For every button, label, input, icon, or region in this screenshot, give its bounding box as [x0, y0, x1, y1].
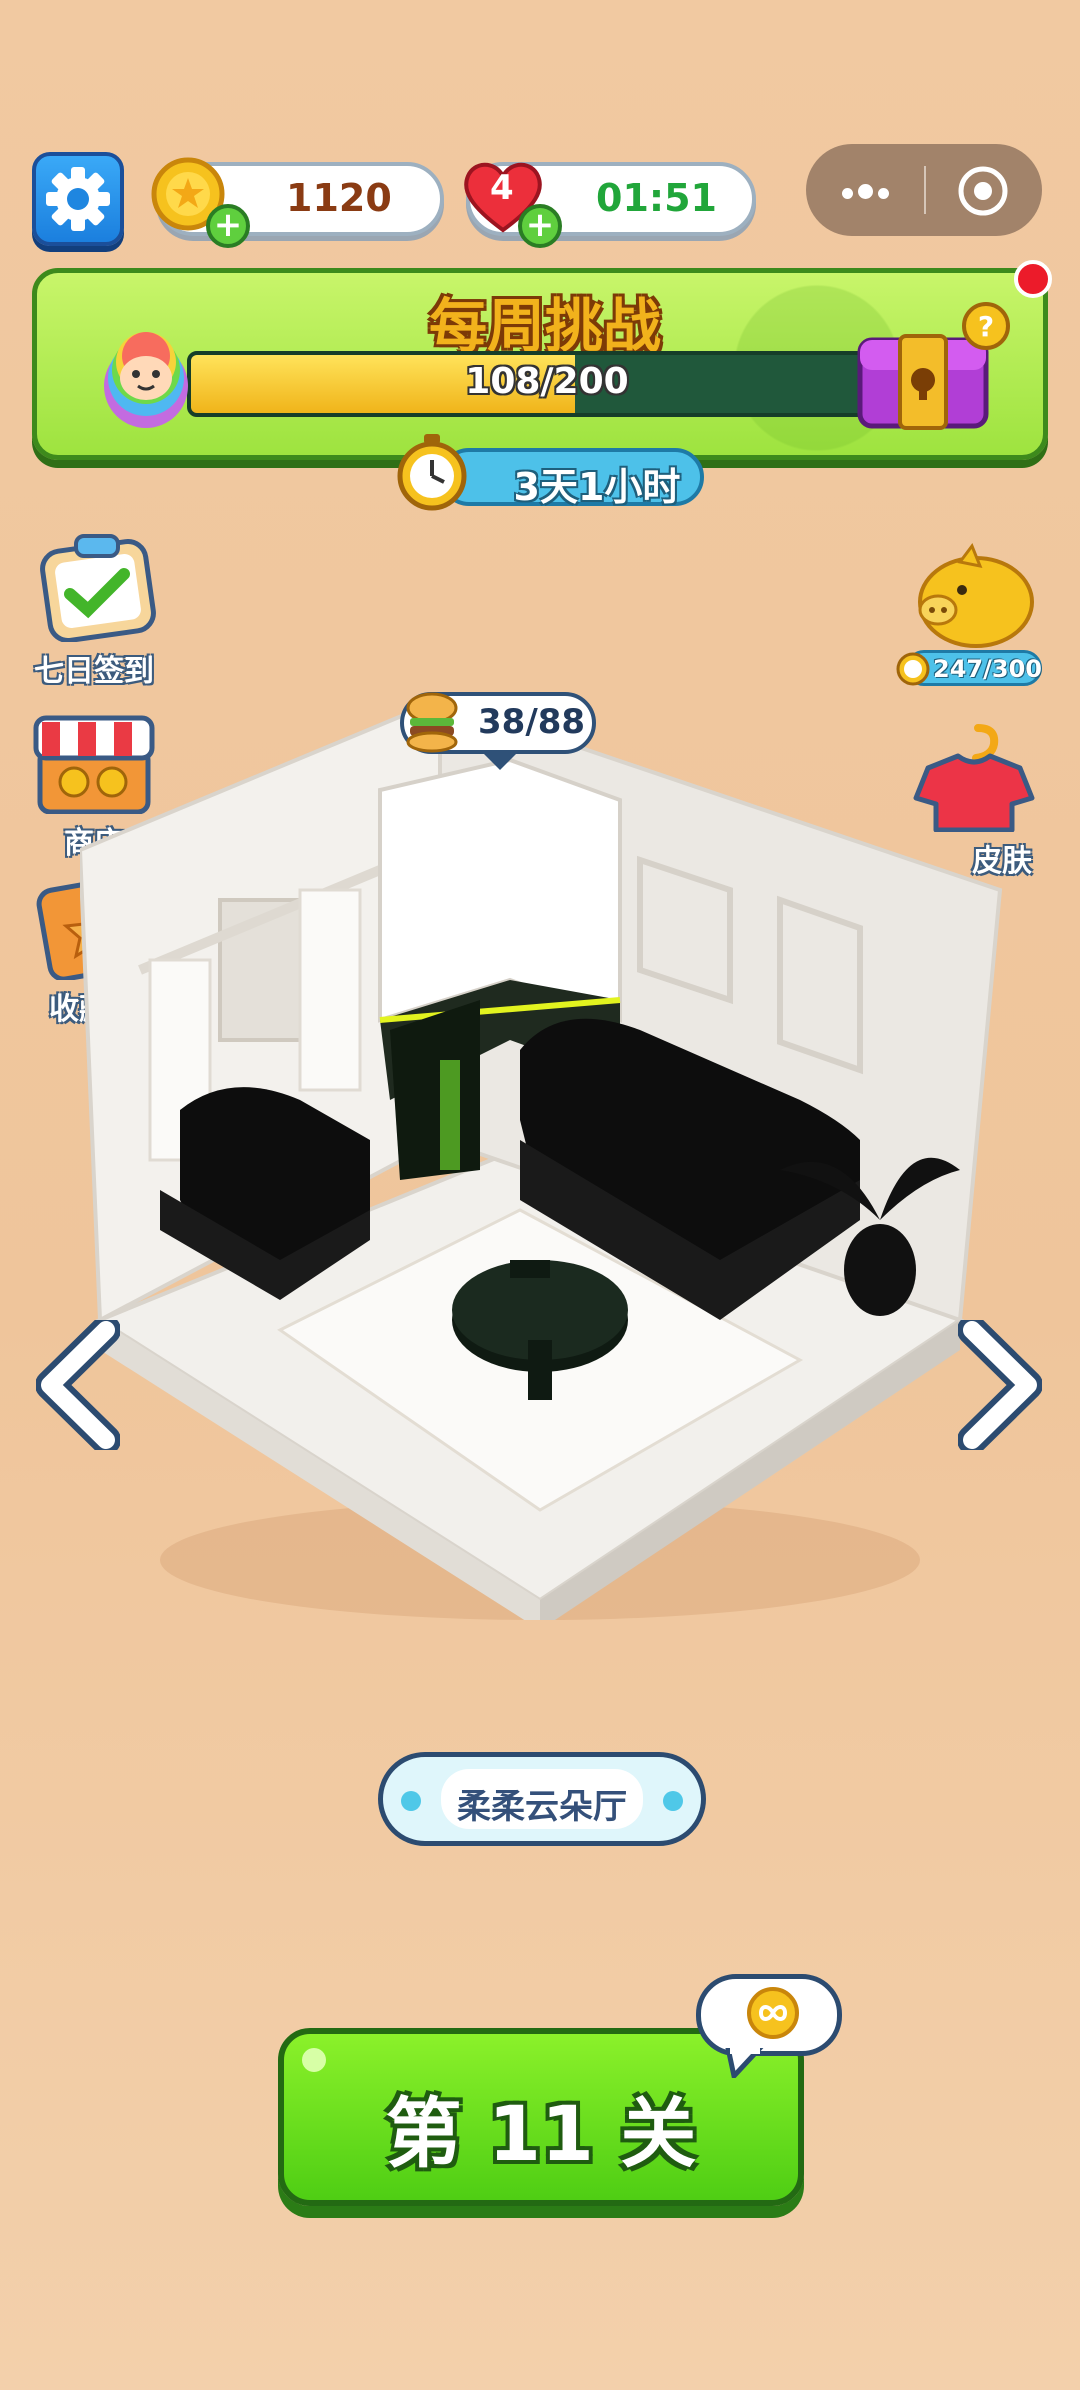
coin-amount: 1120: [286, 176, 392, 220]
challenge-time-left: 3天1小时: [513, 465, 681, 509]
next-room-arrow[interactable]: [958, 1320, 1042, 1450]
gear-icon: [46, 167, 110, 231]
daily-checkin-label: 七日签到: [34, 654, 154, 689]
life-timer: 01:51: [596, 176, 717, 220]
piggy-progress-text: 247/300: [933, 655, 1042, 683]
bubble-tail: [725, 2048, 764, 2078]
stopwatch-icon: [397, 434, 467, 511]
room-name: 柔柔云朵厅: [457, 1787, 627, 1827]
lives-count: 4: [490, 168, 514, 208]
treasure-chest-icon[interactable]: ?: [850, 300, 1010, 436]
challenge-timer: 3天1小时: [440, 448, 704, 509]
burger-icon: [406, 692, 458, 753]
svg-text:?: ?: [978, 310, 994, 343]
clipboard-check-icon: [40, 534, 156, 643]
room-name-plate: 柔柔云朵厅: [378, 1752, 706, 1846]
room-scene: [80, 700, 1003, 1620]
level-label: 第 11 关: [385, 2089, 697, 2178]
button-shine: [302, 2048, 326, 2072]
mini-program-capsule: [806, 144, 1042, 236]
challenge-progress-bar: 108/200: [187, 351, 907, 417]
counter-pointer: [480, 750, 520, 770]
add-lives-button[interactable]: +: [518, 204, 562, 248]
room-name-dot-left: [401, 1791, 421, 1811]
settings-button[interactable]: [32, 152, 124, 246]
piggy-timer-icon: [896, 652, 930, 686]
challenge-progress-text: 108/200: [465, 361, 629, 402]
room-name-dot-right: [663, 1791, 683, 1811]
items-counter-text: 38/88: [478, 702, 586, 742]
piggy-bank-icon: [918, 542, 1034, 648]
piggy-bank-button[interactable]: 247/300: [896, 540, 1044, 690]
infinite-lives-bubble: [696, 1974, 842, 2056]
more-icon[interactable]: [842, 184, 889, 203]
close-capsule-icon[interactable]: [956, 164, 1010, 218]
infinity-coin-icon: [747, 1987, 799, 2039]
rainbow-sheep-icon: [104, 332, 188, 428]
add-coins-button[interactable]: +: [206, 204, 250, 248]
daily-checkin-button[interactable]: 七日签到: [24, 532, 164, 689]
notification-dot: [1014, 260, 1052, 298]
previous-room-arrow[interactable]: [36, 1320, 120, 1450]
